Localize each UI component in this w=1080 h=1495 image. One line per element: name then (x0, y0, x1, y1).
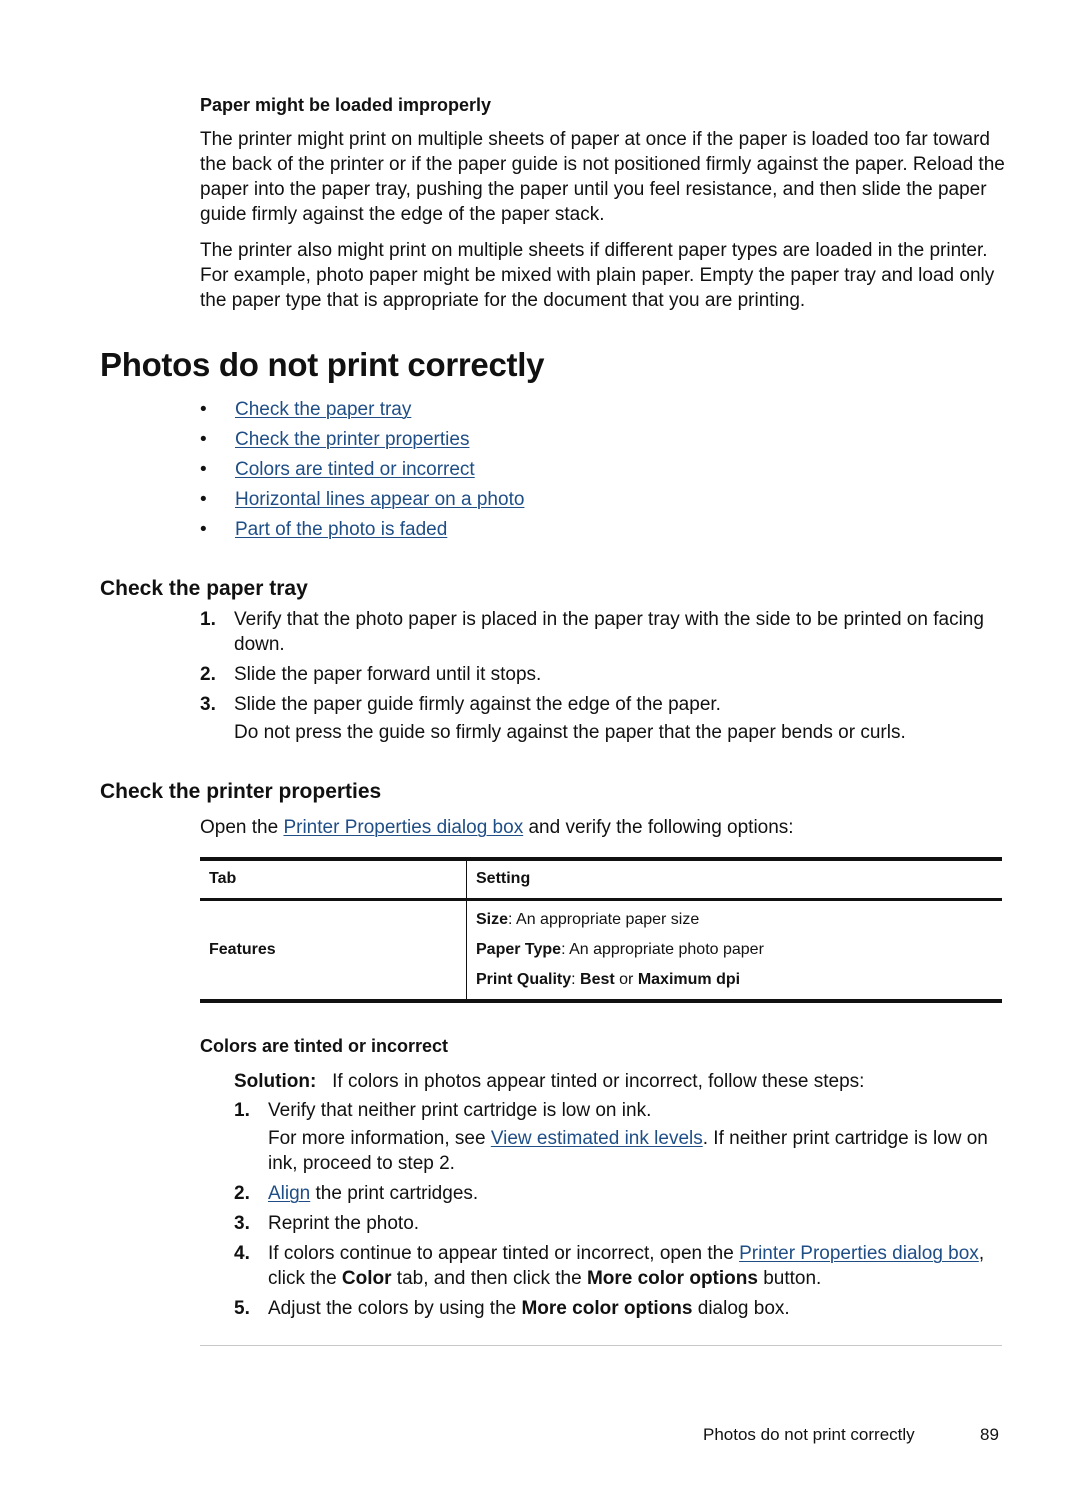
intro-text: Open the (200, 817, 284, 838)
toc-item: • Check the printer properties (200, 425, 700, 455)
step-number: 2. (200, 664, 216, 685)
toc-item: • Check the paper tray (200, 395, 700, 425)
cell-settings: Size: An appropriate paper size Paper Ty… (466, 899, 1002, 1001)
step-text: Align the print cartridges. (268, 1181, 1006, 1206)
step-number: 4. (234, 1243, 250, 1264)
setting-label: Paper Type (476, 940, 562, 958)
step-number: 3. (200, 694, 216, 715)
colors-steps: 1. Verify that neither print cartridge i… (234, 1098, 1006, 1321)
setting-label: Size (476, 910, 509, 928)
step-text-part: If colors continue to appear tinted or i… (268, 1243, 740, 1264)
column-header-tab: Tab (209, 870, 237, 888)
step-item: 1. Verify that the photo paper is placed… (200, 607, 1005, 657)
printer-properties-dialog-link[interactable]: Printer Properties dialog box (283, 817, 523, 838)
step-text: Verify that the photo paper is placed in… (234, 609, 984, 655)
setting-value-best: Best (580, 970, 615, 988)
setting-label: Print Quality (476, 970, 572, 988)
setting-value-or: or (614, 970, 638, 988)
footer-page-number: 89 (980, 1425, 999, 1444)
page-title: Photos do not print correctly (100, 346, 545, 383)
step-text: Slide the paper guide firmly against the… (234, 694, 721, 715)
step-number: 2. (234, 1183, 250, 1204)
step-item: 4. If colors continue to appear tinted o… (234, 1241, 1006, 1291)
step-item: 5. Adjust the colors by using the More c… (234, 1296, 1006, 1321)
bullet-icon: • (200, 519, 207, 540)
toc-item: • Horizontal lines appear on a photo (200, 485, 700, 515)
toc-item: • Part of the photo is faded (200, 515, 700, 545)
more-color-options-term: More color options (521, 1298, 693, 1319)
step-text-part: tab, and then click the (391, 1268, 587, 1289)
footer-divider (200, 1345, 1002, 1346)
step-text: If colors continue to appear tinted or i… (268, 1241, 1006, 1291)
solution-line: Solution: If colors in photos appear tin… (234, 1069, 864, 1094)
step-text-rest: the print cartridges. (310, 1183, 479, 1204)
paragraph: The printer might print on multiple shee… (200, 129, 1005, 225)
view-ink-levels-link[interactable]: View estimated ink levels (491, 1128, 703, 1149)
toc-link-colors-tinted[interactable]: Colors are tinted or incorrect (235, 455, 475, 485)
section-heading-paper-tray: Check the paper tray (100, 577, 308, 600)
bullet-icon: • (200, 429, 207, 450)
subsection-heading-colors: Colors are tinted or incorrect (200, 1036, 449, 1056)
step-number: 3. (234, 1213, 250, 1234)
bullet-icon: • (200, 399, 207, 420)
setting-print-quality: Print Quality: Best or Maximum dpi (476, 965, 993, 995)
step-text-part: Adjust the colors by using the (268, 1298, 522, 1319)
paper-tray-steps: 1. Verify that the photo paper is placed… (200, 607, 1005, 745)
step-item: 3. Reprint the photo. (234, 1211, 1006, 1236)
setting-paper-type: Paper Type: An appropriate photo paper (476, 935, 993, 965)
separator: : (561, 940, 570, 958)
step-number: 5. (234, 1298, 250, 1319)
toc-link-horizontal-lines[interactable]: Horizontal lines appear on a photo (235, 485, 524, 515)
step-text: Slide the paper forward until it stops. (234, 664, 542, 685)
step-text-part: dialog box. (692, 1298, 790, 1319)
step-number: 1. (234, 1100, 250, 1121)
step-item: 3. Slide the paper guide firmly against … (200, 692, 1005, 745)
step-note: For more information, see View estimated… (268, 1126, 1006, 1176)
section-heading-printer-properties: Check the printer properties (100, 780, 382, 803)
subsection-heading-paper-loaded: Paper might be loaded improperly (200, 95, 492, 115)
bullet-icon: • (200, 489, 207, 510)
toc-link-check-printer-properties[interactable]: Check the printer properties (235, 425, 469, 455)
separator: : (571, 970, 581, 988)
column-header-setting: Setting (466, 859, 1002, 899)
separator: : (508, 910, 517, 928)
solution-label: Solution: (234, 1071, 317, 1092)
setting-value: An appropriate paper size (516, 910, 700, 928)
printer-properties-dialog-link[interactable]: Printer Properties dialog box (739, 1243, 979, 1264)
paragraph: The printer also might print on multiple… (200, 240, 995, 311)
toc-link-list: • Check the paper tray • Check the printer… (200, 395, 700, 545)
step-text: Verify that neither print cartridge is l… (268, 1100, 652, 1121)
toc-link-check-paper-tray[interactable]: Check the paper tray (235, 395, 411, 425)
setting-size: Size: An appropriate paper size (476, 905, 993, 935)
setting-value-max-dpi: Maximum dpi (637, 970, 741, 988)
intro-text: and verify the following options: (523, 817, 794, 838)
note-text: For more information, see (268, 1128, 491, 1149)
cell-tab: Features (209, 940, 276, 958)
step-item: 2. Align the print cartridges. (234, 1181, 1006, 1206)
step-note: Do not press the guide so firmly against… (234, 722, 906, 743)
color-tab-term: Color (341, 1268, 392, 1289)
toc-item: • Colors are tinted or incorrect (200, 455, 700, 485)
printer-properties-intro: Open the Printer Properties dialog box a… (200, 815, 794, 840)
table-row: Features Size: An appropriate paper size… (200, 899, 1002, 1001)
settings-table: Tab Setting Features Size: An appropriat… (200, 857, 1002, 1003)
step-text: Adjust the colors by using the More colo… (268, 1296, 1006, 1321)
align-link[interactable]: Align (268, 1183, 310, 1204)
toc-link-photo-faded[interactable]: Part of the photo is faded (235, 515, 447, 545)
setting-value: An appropriate photo paper (569, 940, 764, 958)
step-item: 2. Slide the paper forward until it stop… (200, 662, 1005, 687)
step-text: Reprint the photo. (268, 1213, 420, 1234)
table-header-row: Tab Setting (200, 859, 1002, 899)
bullet-icon: • (200, 459, 207, 480)
step-text-part: button. (757, 1268, 822, 1289)
footer-section-title: Photos do not print correctly (703, 1425, 915, 1444)
step-number: 1. (200, 609, 216, 630)
step-item: 1. Verify that neither print cartridge i… (234, 1098, 1006, 1176)
solution-text: If colors in photos appear tinted or inc… (332, 1071, 865, 1092)
more-color-options-term: More color options (586, 1268, 758, 1289)
